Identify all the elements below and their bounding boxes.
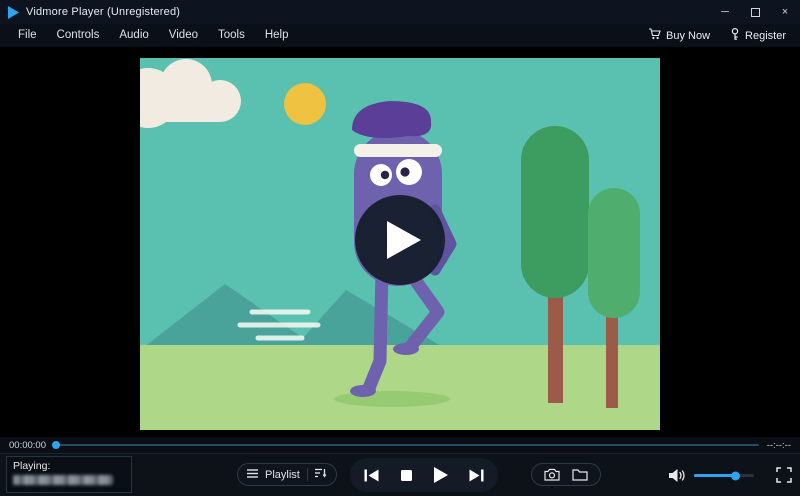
play-overlay-button[interactable]	[355, 195, 445, 285]
seek-row: 00:00:00 --:--:--	[0, 437, 800, 453]
volume-handle[interactable]	[731, 471, 740, 480]
now-playing-label: Playing:	[13, 460, 51, 472]
app-window: Vidmore Player (Unregistered) ─ × File C…	[0, 0, 800, 496]
transport-controls	[350, 458, 498, 492]
snapshot-camera-button[interactable]	[544, 468, 560, 481]
key-icon	[730, 27, 740, 44]
window-title: Vidmore Player (Unregistered)	[26, 6, 181, 18]
playlist-icon	[247, 468, 258, 481]
close-button[interactable]: ×	[770, 0, 800, 24]
control-bar: Playing: Playlist	[0, 453, 800, 496]
play-button[interactable]	[428, 462, 454, 488]
time-remaining: --:--:--	[766, 439, 791, 451]
titlebar: Vidmore Player (Unregistered) ─ ×	[0, 0, 800, 24]
minimize-button[interactable]: ─	[710, 0, 740, 24]
menubar: File Controls Audio Video Tools Help Buy…	[0, 24, 800, 47]
sort-order-icon[interactable]	[314, 468, 327, 481]
volume-group	[668, 454, 754, 496]
menu-help[interactable]: Help	[255, 24, 299, 47]
video-frame[interactable]	[118, 58, 660, 430]
playlist-label: Playlist	[265, 468, 300, 481]
menu-controls[interactable]: Controls	[47, 24, 110, 47]
volume-icon[interactable]	[668, 468, 686, 483]
menu-file[interactable]: File	[8, 24, 47, 47]
seek-handle[interactable]	[51, 441, 60, 449]
volume-slider[interactable]	[694, 471, 754, 480]
stop-button[interactable]	[394, 462, 420, 488]
time-elapsed: 00:00:00	[9, 439, 46, 451]
volume-fill	[694, 474, 735, 477]
register-label: Register	[745, 29, 786, 42]
play-icon	[386, 221, 421, 259]
register-button[interactable]: Register	[730, 27, 786, 44]
video-area[interactable]	[0, 47, 800, 437]
capture-group	[531, 463, 601, 486]
buy-now-label: Buy Now	[666, 29, 711, 42]
app-logo-icon	[8, 5, 19, 19]
menubar-actions: Buy Now Register	[648, 27, 792, 44]
menu-audio[interactable]: Audio	[109, 24, 158, 47]
fullscreen-button[interactable]	[776, 467, 792, 483]
menu-tools[interactable]: Tools	[208, 24, 255, 47]
menu-video[interactable]: Video	[159, 24, 208, 47]
next-button[interactable]	[463, 462, 489, 488]
previous-button[interactable]	[359, 462, 385, 488]
window-controls: ─ ×	[710, 0, 800, 24]
maximize-button[interactable]	[740, 0, 770, 24]
buy-now-button[interactable]: Buy Now	[648, 28, 710, 43]
seek-slider[interactable]	[51, 441, 759, 449]
open-folder-button[interactable]	[572, 468, 588, 481]
cart-icon	[648, 28, 661, 43]
now-playing-filename	[13, 475, 113, 485]
playlist-divider	[306, 468, 308, 481]
playlist-button[interactable]: Playlist	[237, 463, 337, 486]
now-playing-box: Playing:	[6, 456, 132, 493]
